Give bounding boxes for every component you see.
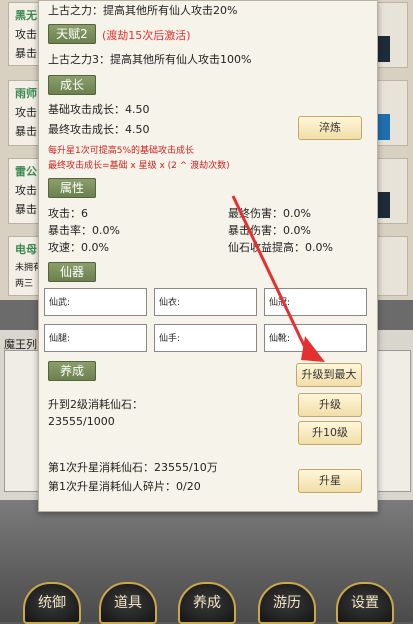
temper-button[interactable]: 淬炼	[298, 116, 362, 140]
talent1-desc: 上古之力：提高其他所有仙人攻击20%	[48, 4, 238, 17]
nav-cultivate[interactable]: 养成	[178, 582, 236, 624]
talent2-desc: 上古之力3：提高其他所有仙人攻击100%	[48, 53, 252, 66]
gear-slot-weapon[interactable]: 仙武:	[44, 288, 147, 316]
blue-slot	[378, 114, 390, 140]
nav-settings[interactable]: 设置	[336, 582, 394, 624]
star-cost-stones: 第1次升星消耗仙石：23555/10万	[48, 461, 218, 474]
dark-slot	[378, 36, 390, 62]
base-attack-growth: 基础攻击成长：4.50	[48, 103, 150, 116]
growth-tag: 成长	[48, 75, 96, 95]
dark-slot	[378, 192, 390, 218]
attr-attack: 攻击：6	[48, 207, 88, 220]
stones-count: 23555/1000	[48, 415, 115, 428]
nav-travel[interactable]: 游历	[258, 582, 316, 624]
talent2-condition: (渡劫15次后激活)	[102, 29, 191, 42]
upgrade-10-button[interactable]: 升10级	[298, 421, 362, 445]
gear-slot-legs[interactable]: 仙腿:	[44, 324, 147, 352]
attr-attack-speed: 攻速：0.0%	[48, 241, 109, 254]
nav-command[interactable]: 统御	[23, 582, 81, 624]
cultivate-tag: 养成	[48, 361, 96, 381]
talent2-tag: 天赋2	[48, 24, 96, 44]
nav-items[interactable]: 道具	[99, 582, 157, 624]
star-cost-shards: 第1次升星消耗仙人碎片：0/20	[48, 480, 201, 493]
gear-tag: 仙器	[48, 262, 96, 282]
upgrade-button[interactable]: 升级	[298, 393, 362, 417]
attributes-tag: 属性	[48, 178, 96, 198]
star-up-button[interactable]: 升星	[298, 469, 362, 493]
upgrade-cost-label: 升到2级消耗仙石：	[48, 398, 143, 411]
final-attack-growth: 最终攻击成长：4.50	[48, 123, 150, 136]
growth-note-2: 最终攻击成长=基础 x 星级 x (2 ^ 渡劫次数)	[48, 161, 230, 171]
pointer-arrow-icon	[231, 195, 325, 362]
attr-crit-rate: 暴击率：0.0%	[48, 224, 120, 237]
growth-note-1: 每升星1次可提高5%的基础攻击成长	[48, 146, 195, 156]
